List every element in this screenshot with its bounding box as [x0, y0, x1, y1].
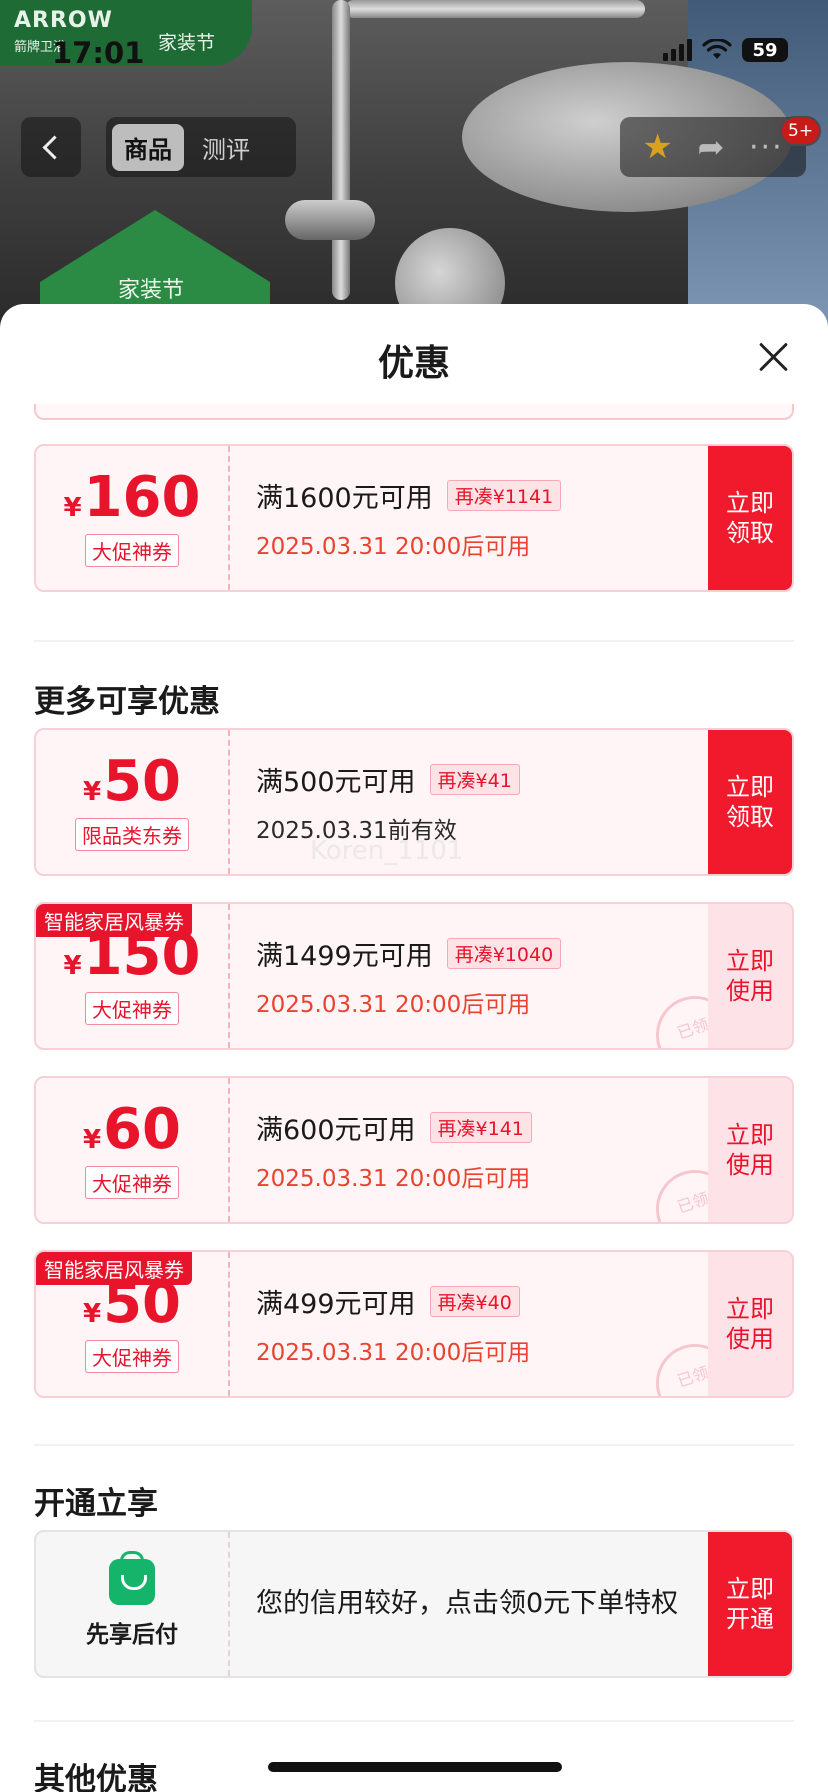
shower-arm	[345, 0, 645, 18]
use-button[interactable]: 立即使用	[708, 904, 792, 1048]
coupon-value: ¥160 大促神券	[36, 446, 230, 590]
product-tabs: 商品 测评	[106, 117, 296, 177]
coupon-type-badge: 大促神券	[85, 533, 179, 567]
nav-actions: ★ ➦ ···	[620, 117, 806, 177]
coupon-value: ¥60 大促神券	[36, 1078, 230, 1222]
coupon-validity: 2025.03.31 20:00后可用	[256, 1339, 531, 1366]
coupon-corner-tag: 智能家居风暴券	[36, 1252, 192, 1285]
tab-product[interactable]: 商品	[112, 123, 184, 171]
use-button[interactable]: 立即使用	[708, 1078, 792, 1222]
coupon-details: 满1499元可用 再凑¥1040 2025.03.31 20:00后可用	[256, 904, 696, 1048]
coupon-amount: 160	[83, 464, 201, 530]
battery-level: 59	[752, 39, 778, 61]
share-icon[interactable]: ➦	[698, 128, 725, 166]
coupon-validity: 2025.03.31 20:00后可用	[256, 533, 531, 560]
message-count-badge: 5+	[780, 116, 822, 146]
status-icons: 59	[663, 38, 788, 62]
coupon-type-badge: 大促神券	[85, 1165, 179, 1199]
coupon-corner-tag: 智能家居风暴券	[36, 904, 192, 937]
shower-valve	[285, 200, 375, 240]
coupon-needs-badge: 再凑¥1141	[446, 479, 562, 511]
coupon-card[interactable]: ¥150 大促神券 智能家居风暴券 满1499元可用 再凑¥1040 2025.…	[34, 902, 794, 1050]
discount-sheet: 优惠 ¥160 大促神券 满1600元可用 再凑¥1141 2025.03.31…	[0, 304, 828, 1792]
credit-label: 先享后付	[86, 1622, 178, 1648]
section-divider	[34, 1720, 794, 1722]
section-title-open: 开通立享	[34, 1486, 158, 1522]
coupon-condition: 满600元可用	[256, 1114, 416, 1146]
coupon-card-partial	[34, 404, 794, 420]
credit-badge: 先享后付	[36, 1532, 230, 1676]
currency-symbol: ¥	[82, 1124, 102, 1155]
coupon-condition: 满499元可用	[256, 1288, 416, 1320]
more-icon[interactable]: ···	[749, 130, 784, 165]
coupon-card[interactable]: ¥50 大促神券 智能家居风暴券 满499元可用 再凑¥40 2025.03.3…	[34, 1250, 794, 1398]
tab-review[interactable]: 测评	[190, 124, 262, 171]
use-button[interactable]: 立即使用	[708, 1252, 792, 1396]
wifi-icon	[702, 39, 732, 59]
coupon-type-badge: 限品类东券	[75, 817, 189, 851]
signal-icon	[663, 39, 692, 61]
coupon-details: 满1600元可用 再凑¥1141 2025.03.31 20:00后可用	[256, 446, 696, 590]
coupon-condition: 满500元可用	[256, 766, 416, 798]
credit-description: 您的信用较好，点击领0元下单特权	[256, 1588, 679, 1620]
back-button[interactable]	[21, 117, 81, 177]
coupon-type-badge: 大促神券	[85, 991, 179, 1025]
coupon-details: 满600元可用 再凑¥141 2025.03.31 20:00后可用	[256, 1078, 696, 1222]
coupon-details: 满499元可用 再凑¥40 2025.03.31 20:00后可用	[256, 1252, 696, 1396]
coupon-condition: 满1600元可用	[256, 482, 433, 514]
coupon-card[interactable]: ¥60 大促神券 满600元可用 再凑¥141 2025.03.31 20:00…	[34, 1076, 794, 1224]
section-divider	[34, 640, 794, 642]
coupon-amount: 60	[103, 1096, 182, 1162]
coupon-needs-badge: 再凑¥141	[429, 1111, 532, 1143]
coupon-type-badge: 大促神券	[85, 1339, 179, 1373]
currency-symbol: ¥	[82, 1298, 102, 1329]
section-divider	[34, 1444, 794, 1446]
coupon-amount: 50	[103, 748, 182, 814]
section-title-other: 其他优惠	[34, 1762, 158, 1792]
watermark: Koren_1101	[310, 836, 464, 866]
coupon-needs-badge: 再凑¥41	[429, 763, 520, 795]
coupon-card[interactable]: ¥160 大促神券 满1600元可用 再凑¥1141 2025.03.31 20…	[34, 444, 794, 592]
coupon-validity: 2025.03.31 20:00后可用	[256, 991, 531, 1018]
coupon-validity: 2025.03.31 20:00后可用	[256, 1165, 531, 1192]
activate-button[interactable]: 立即开通	[708, 1532, 792, 1676]
favorite-star-icon[interactable]: ★	[642, 127, 672, 167]
section-title-more: 更多可享优惠	[34, 684, 220, 720]
status-time: 17:01	[52, 36, 145, 70]
claim-button[interactable]: 立即领取	[708, 730, 792, 874]
festival-badge-text: 家装节	[118, 278, 185, 303]
brand-logo-text: ARROW	[14, 8, 113, 33]
home-indicator	[268, 1762, 562, 1772]
coupon-condition: 满1499元可用	[256, 940, 433, 972]
coupon-value: ¥50 限品类东券	[36, 730, 230, 874]
sheet-title: 优惠	[377, 343, 450, 384]
currency-symbol: ¥	[63, 950, 82, 981]
credit-card[interactable]: 先享后付 您的信用较好，点击领0元下单特权 立即开通	[34, 1530, 794, 1678]
currency-symbol: ¥	[63, 492, 82, 523]
credit-details: 您的信用较好，点击领0元下单特权	[256, 1532, 696, 1676]
shower-pipe	[332, 0, 350, 300]
close-icon[interactable]	[756, 340, 790, 374]
claim-button[interactable]: 立即领取	[708, 446, 792, 590]
currency-symbol: ¥	[82, 776, 102, 807]
festival-label: 家装节	[158, 32, 216, 54]
coupon-needs-badge: 再凑¥1040	[446, 937, 562, 969]
battery-icon: 59	[742, 38, 788, 62]
shopping-bag-icon	[109, 1551, 155, 1605]
coupon-needs-badge: 再凑¥40	[429, 1285, 520, 1317]
